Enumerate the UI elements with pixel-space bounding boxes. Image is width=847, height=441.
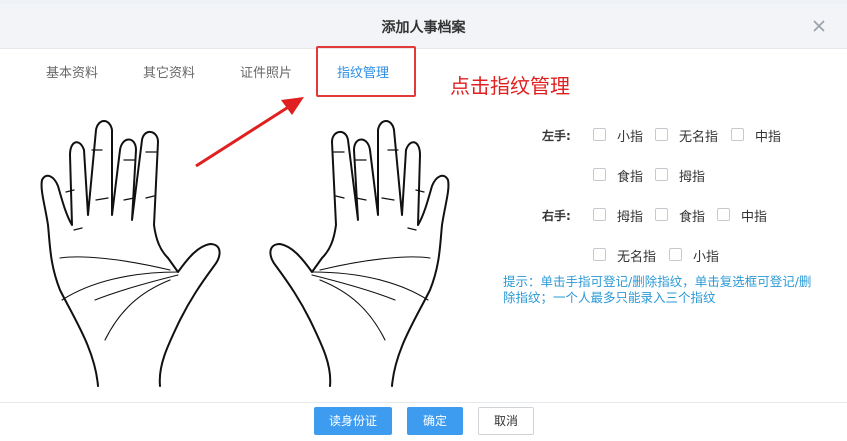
left-hand-icon: [40, 120, 221, 387]
left-ring-checkbox[interactable]: [655, 128, 668, 141]
right-middle-checkbox[interactable]: [717, 208, 730, 221]
left-thumb-label: 拇指: [679, 170, 706, 185]
fingerprint-hint: 提示：单击手指可登记/删除指纹，单击复选框可登记/删除指纹；一个人最多只能录入三…: [503, 274, 812, 305]
right-hand-icon: [269, 120, 450, 387]
right-thumb-label: 拇指: [617, 210, 644, 225]
left-ring-label: 无名指: [679, 130, 719, 145]
footer-divider: [0, 402, 847, 403]
right-index-label: 食指: [679, 210, 706, 225]
right-ring-label: 无名指: [617, 250, 657, 265]
right-thumb-checkbox[interactable]: [593, 208, 606, 221]
left-index-checkbox[interactable]: [593, 168, 606, 181]
left-middle-checkbox[interactable]: [731, 128, 744, 141]
left-middle-label: 中指: [755, 130, 782, 145]
add-personnel-dialog: 添加人事档案 基本资料 其它资料 证件照片 指纹管理 点击指纹管理 左手: 小指…: [0, 0, 847, 441]
right-middle-label: 中指: [741, 210, 768, 225]
right-index-checkbox[interactable]: [655, 208, 668, 221]
left-pinky-checkbox[interactable]: [593, 128, 606, 141]
read-id-card-button[interactable]: 读身份证: [314, 407, 392, 435]
right-pinky-checkbox[interactable]: [669, 248, 682, 261]
confirm-button[interactable]: 确定: [407, 407, 463, 435]
right-pinky-label: 小指: [693, 250, 720, 265]
cancel-button[interactable]: 取消: [478, 407, 534, 435]
left-hand-label: 左手:: [542, 129, 571, 143]
left-thumb-checkbox[interactable]: [655, 168, 668, 181]
left-pinky-label: 小指: [617, 130, 644, 145]
right-ring-checkbox[interactable]: [593, 248, 606, 261]
left-index-label: 食指: [617, 170, 644, 185]
right-hand-label: 右手:: [542, 209, 571, 223]
